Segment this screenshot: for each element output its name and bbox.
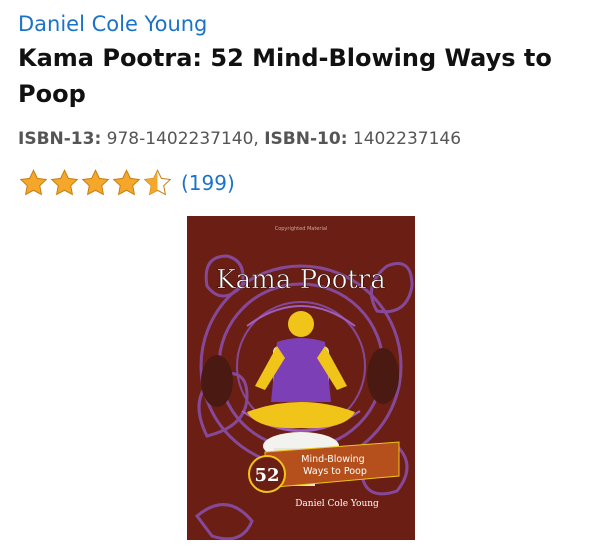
isbn-separator: , [253,129,265,149]
cover-badge-number: 52 [254,465,279,486]
star-full-icon [81,169,110,196]
book-cover-image[interactable]: Kama Pootra Copyrighted Material 52 Mind… [187,216,415,540]
cover-copyright: Copyrighted Material [275,226,328,232]
isbn13-value: 978-1402237140 [106,129,254,149]
cover-author: Daniel Cole Young [295,499,379,509]
cover-subtitle-line2: Ways to Poop [303,466,367,477]
star-full-icon [112,169,141,196]
rating-row[interactable]: (199) [18,168,588,198]
product-header: Daniel Cole Young Kama Pootra: 52 Mind-B… [18,10,588,198]
isbn10-label: ISBN-10: [264,129,348,149]
isbn-line: ISBN-13: 978-1402237140, ISBN-10: 140223… [18,128,588,150]
author-link[interactable]: Daniel Cole Young [18,10,207,38]
isbn13-label: ISBN-13: [18,129,102,149]
product-title: Kama Pootra: 52 Mind-Blowing Ways to Poo… [18,44,552,108]
cover-subtitle-line1: Mind-Blowing [301,454,364,465]
cover-art: Kama Pootra Copyrighted Material 52 Mind… [187,216,415,540]
cover-title: Kama Pootra [216,265,385,295]
star-full-icon [19,169,48,196]
star-rating[interactable] [18,168,173,198]
rating-count-link[interactable]: (199) [181,168,235,198]
isbn10-value: 1402237146 [352,129,462,149]
star-full-icon [50,169,79,196]
star-half-icon [143,169,172,196]
